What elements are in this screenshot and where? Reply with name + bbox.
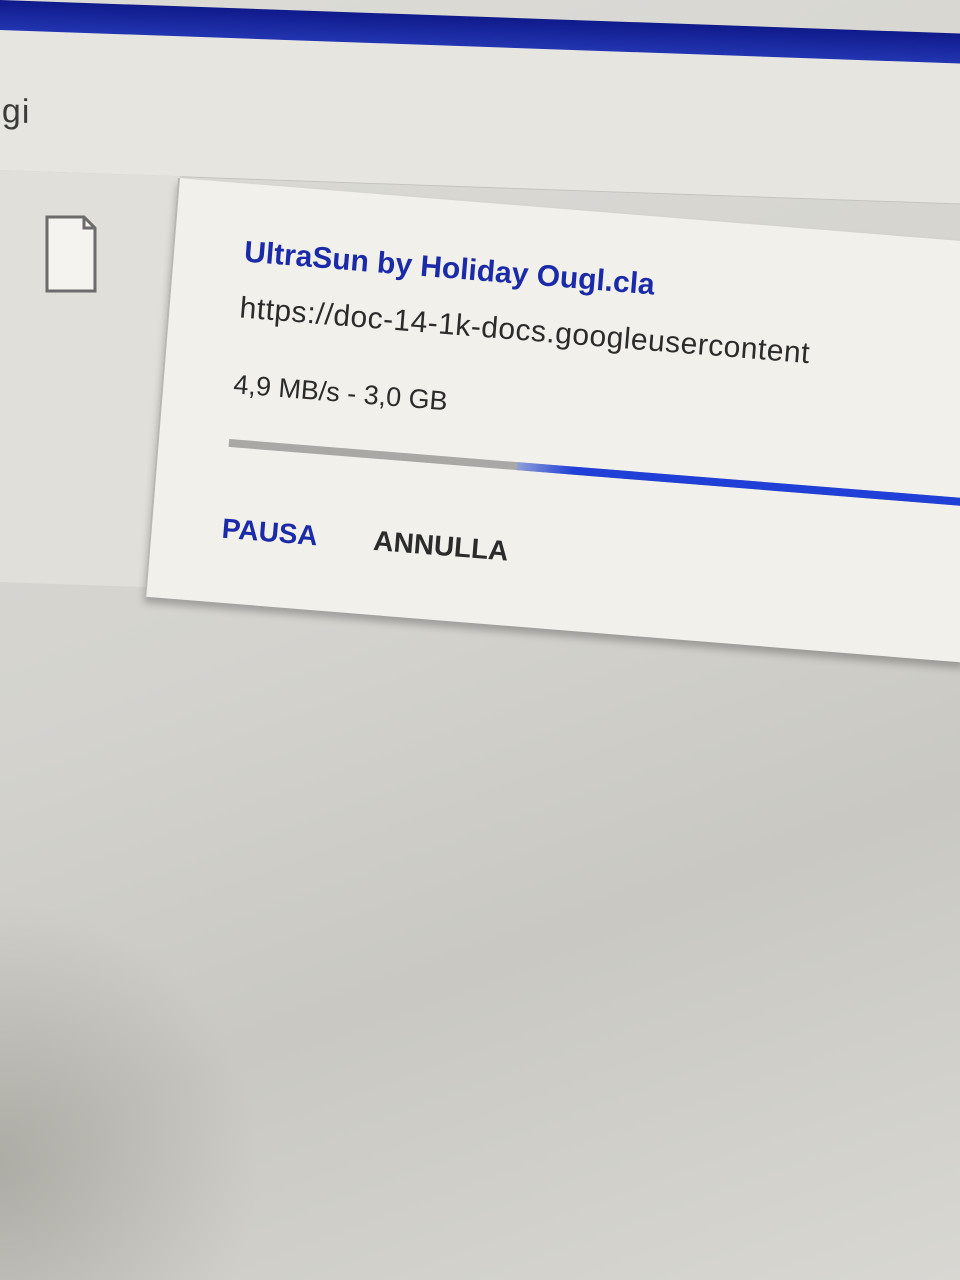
download-progress-bar xyxy=(228,438,960,508)
download-progress-fill xyxy=(516,462,960,508)
pause-button[interactable]: PAUSA xyxy=(221,513,319,553)
download-status: 4,9 MB/s - 3,0 GB xyxy=(232,369,448,417)
status-separator: - xyxy=(346,378,358,409)
download-size: 3,0 GB xyxy=(362,379,449,417)
download-source-url: https://doc-14-1k-docs.googleusercontent xyxy=(238,291,812,371)
download-speed: 4,9 MB/s xyxy=(232,369,342,408)
page-title: ggi xyxy=(0,91,31,132)
cancel-button[interactable]: ANNULLA xyxy=(372,525,509,568)
screen-glare xyxy=(0,900,260,1280)
screen: ggi UltraSun by Holiday Ougl.cla https:/… xyxy=(0,0,960,1280)
download-item: UltraSun by Holiday Ougl.cla https://doc… xyxy=(144,178,960,663)
file-icon xyxy=(45,215,97,293)
download-file-name[interactable]: UltraSun by Holiday Ougl.cla xyxy=(243,236,656,303)
